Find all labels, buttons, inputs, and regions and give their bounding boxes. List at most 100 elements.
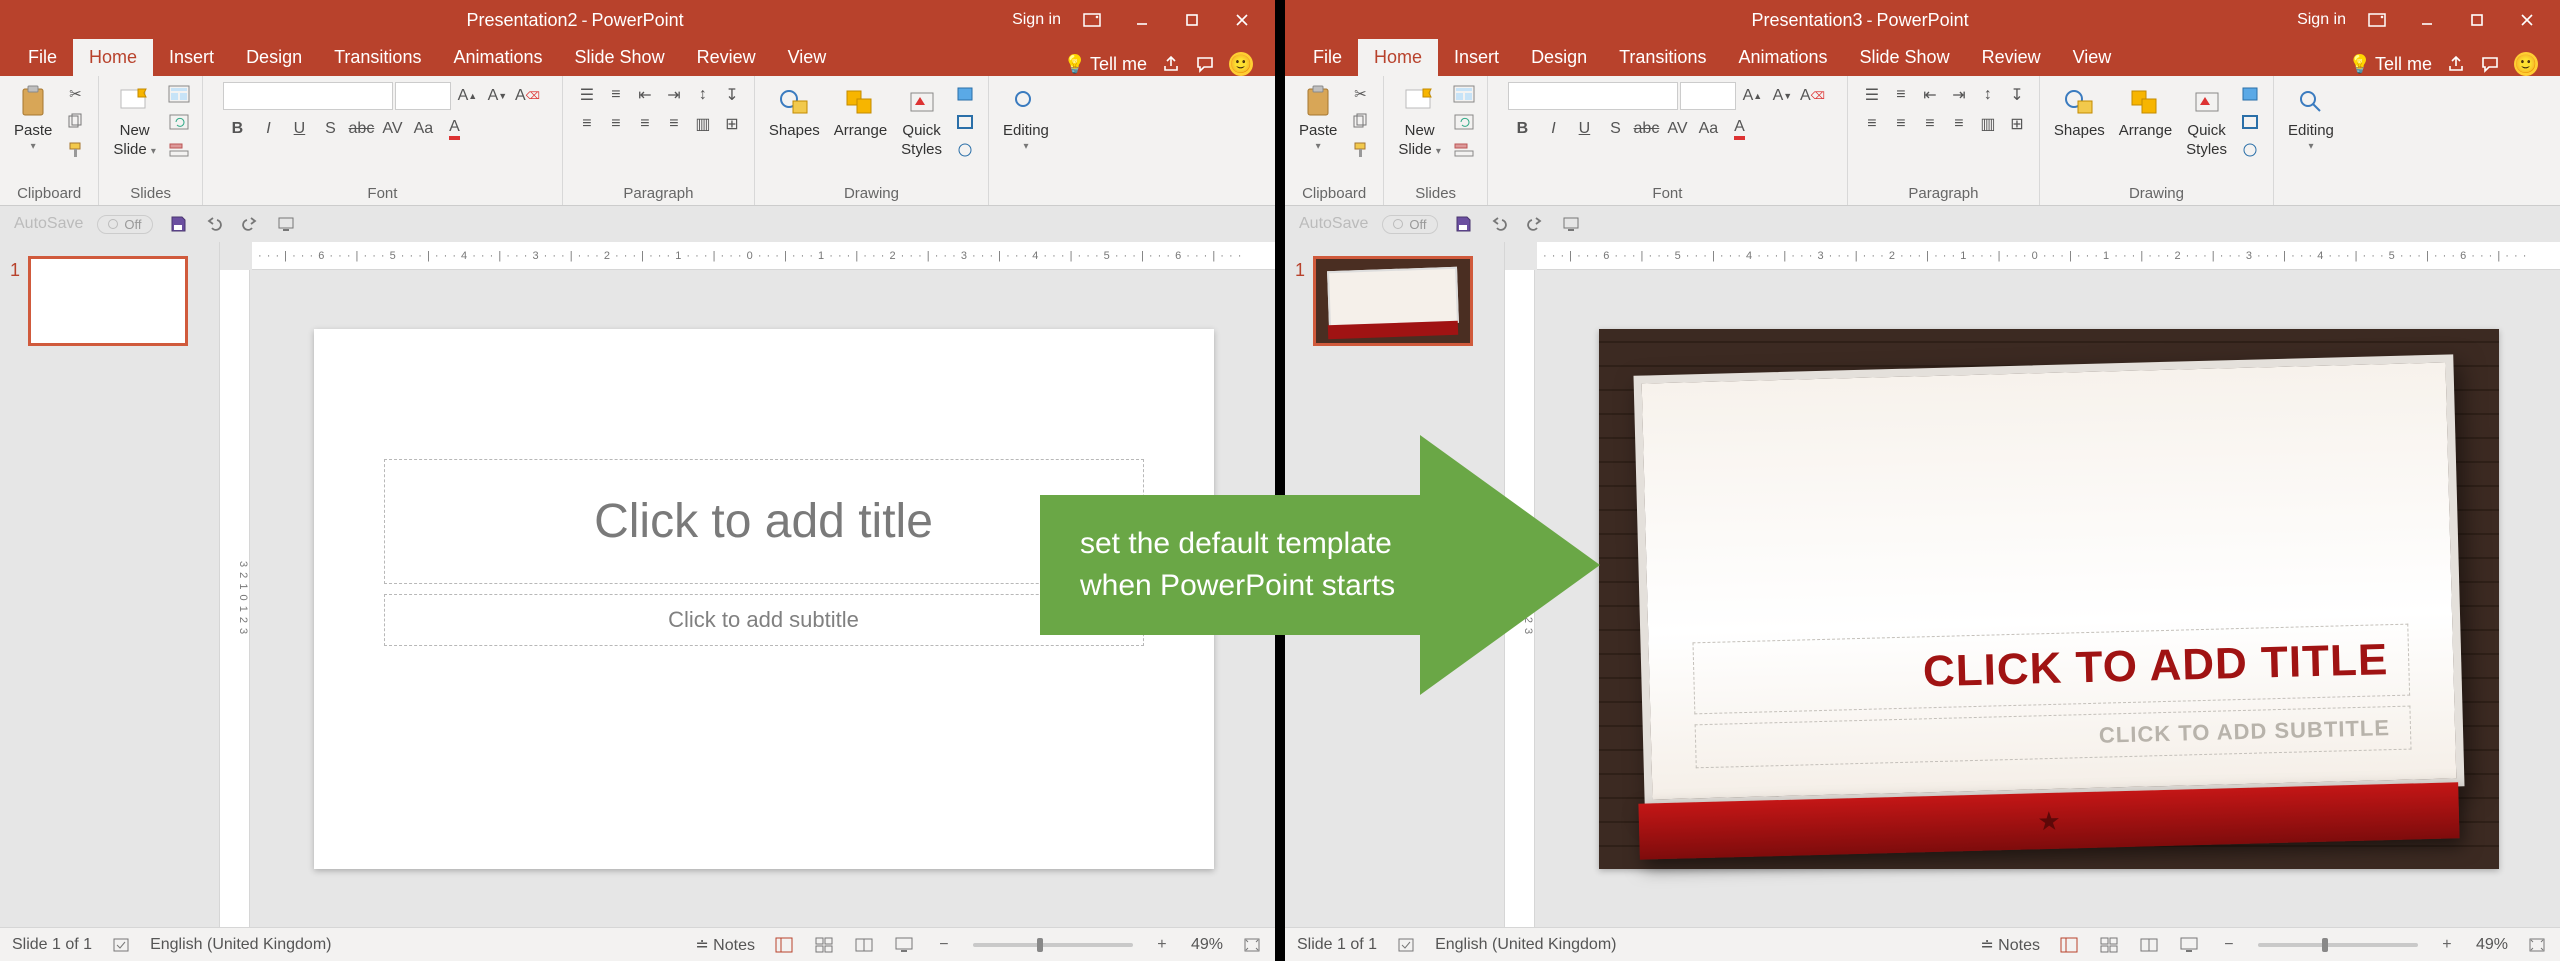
- font-color-icon[interactable]: A: [440, 116, 468, 142]
- tab-slide-show[interactable]: Slide Show: [559, 39, 681, 76]
- strikethrough-button[interactable]: abc: [1632, 116, 1660, 142]
- cut-icon[interactable]: ✂: [1347, 82, 1373, 106]
- justify-icon[interactable]: ≡: [660, 111, 688, 137]
- ribbon-display-options-icon[interactable]: [2352, 0, 2402, 40]
- normal-view-icon[interactable]: [2058, 935, 2080, 955]
- align-center-icon[interactable]: ≡: [1887, 111, 1915, 137]
- slide-show-view-icon[interactable]: [2178, 935, 2200, 955]
- zoom-slider[interactable]: [2258, 943, 2418, 947]
- slide-sorter-view-icon[interactable]: [813, 935, 835, 955]
- new-slide-button[interactable]: New Slide ▾: [1394, 82, 1445, 160]
- save-icon[interactable]: [167, 213, 189, 235]
- format-painter-icon[interactable]: [1347, 138, 1373, 162]
- tab-insert[interactable]: Insert: [1438, 39, 1515, 76]
- notes-button[interactable]: ≐ Notes: [695, 935, 755, 955]
- align-right-icon[interactable]: ≡: [1916, 111, 1944, 137]
- tab-home[interactable]: Home: [73, 39, 153, 76]
- tab-view[interactable]: View: [2057, 39, 2128, 76]
- tell-me[interactable]: 💡Tell me: [1064, 54, 1147, 75]
- subtitle-placeholder[interactable]: CLICK TO ADD SUBTITLE: [1694, 705, 2411, 768]
- italic-button[interactable]: I: [254, 116, 282, 142]
- shape-effects-icon[interactable]: [952, 138, 978, 162]
- line-spacing-icon[interactable]: ↕: [1974, 82, 2002, 108]
- shape-fill-icon[interactable]: [2237, 82, 2263, 106]
- tab-design[interactable]: Design: [230, 39, 318, 76]
- text-direction-icon[interactable]: ↧: [2003, 82, 2031, 108]
- ribbon-display-options-icon[interactable]: [1067, 0, 1117, 40]
- fit-to-window-icon[interactable]: [1241, 935, 1263, 955]
- tab-transitions[interactable]: Transitions: [318, 39, 437, 76]
- sign-in-link[interactable]: Sign in: [1012, 11, 1061, 29]
- arrange-button[interactable]: Arrange: [2115, 82, 2176, 141]
- thumbnail-slide-1[interactable]: [1313, 256, 1473, 346]
- reading-view-icon[interactable]: [2138, 935, 2160, 955]
- cut-icon[interactable]: ✂: [62, 82, 88, 106]
- shape-fill-icon[interactable]: [952, 82, 978, 106]
- line-spacing-icon[interactable]: ↕: [689, 82, 717, 108]
- zoom-slider[interactable]: [973, 943, 1133, 947]
- comments-icon[interactable]: [1195, 54, 1215, 74]
- tab-insert[interactable]: Insert: [153, 39, 230, 76]
- font-size-dropdown[interactable]: [395, 82, 451, 110]
- notes-button[interactable]: ≐ Notes: [1980, 935, 2040, 955]
- shadow-button[interactable]: S: [1601, 116, 1629, 142]
- arrange-button[interactable]: Arrange: [830, 82, 891, 141]
- tab-file[interactable]: File: [12, 39, 73, 76]
- share-icon[interactable]: [1161, 54, 1181, 74]
- clear-formatting-icon[interactable]: A⌫: [513, 83, 541, 109]
- char-spacing-icon[interactable]: AV: [1663, 116, 1691, 142]
- clear-formatting-icon[interactable]: A⌫: [1798, 83, 1826, 109]
- zoom-value[interactable]: 49%: [2476, 936, 2508, 954]
- language-indicator[interactable]: English (United Kingdom): [1435, 936, 1616, 954]
- decrease-font-icon[interactable]: A▼: [1768, 83, 1796, 109]
- tab-file[interactable]: File: [1297, 39, 1358, 76]
- new-slide-button[interactable]: New Slide ▾: [109, 82, 160, 160]
- tell-me[interactable]: 💡Tell me: [2349, 54, 2432, 75]
- autosave-toggle[interactable]: Off: [97, 215, 152, 234]
- feedback-smiley-icon[interactable]: 🙂: [2514, 52, 2538, 76]
- change-case-icon[interactable]: Aa: [409, 116, 437, 142]
- share-icon[interactable]: [2446, 54, 2466, 74]
- decrease-indent-icon[interactable]: ⇤: [631, 82, 659, 108]
- tab-animations[interactable]: Animations: [437, 39, 558, 76]
- tab-slide-show[interactable]: Slide Show: [1844, 39, 1966, 76]
- slide-show-view-icon[interactable]: [893, 935, 915, 955]
- increase-indent-icon[interactable]: ⇥: [1945, 82, 1973, 108]
- quick-styles-button[interactable]: Quick Styles: [2182, 82, 2231, 160]
- font-family-dropdown[interactable]: [223, 82, 393, 110]
- slide-sorter-view-icon[interactable]: [2098, 935, 2120, 955]
- char-spacing-icon[interactable]: AV: [378, 116, 406, 142]
- font-family-dropdown[interactable]: [1508, 82, 1678, 110]
- numbering-icon[interactable]: ≡: [602, 82, 630, 108]
- undo-icon[interactable]: [203, 213, 225, 235]
- start-from-beginning-icon[interactable]: [1560, 213, 1582, 235]
- copy-icon[interactable]: [1347, 110, 1373, 134]
- paste-button[interactable]: Paste▾: [10, 82, 56, 154]
- zoom-in-icon[interactable]: +: [1151, 935, 1173, 955]
- spell-check-icon[interactable]: [110, 935, 132, 955]
- redo-icon[interactable]: [239, 213, 261, 235]
- section-icon[interactable]: [166, 138, 192, 162]
- columns-icon[interactable]: ▥: [1974, 111, 2002, 137]
- bullets-icon[interactable]: ☰: [1858, 82, 1886, 108]
- underline-button[interactable]: U: [1570, 116, 1598, 142]
- slide-canvas[interactable]: Click to add title Click to add subtitle: [314, 329, 1214, 869]
- title-placeholder[interactable]: CLICK TO ADD TITLE: [1692, 623, 2410, 714]
- tab-animations[interactable]: Animations: [1722, 39, 1843, 76]
- shape-outline-icon[interactable]: [2237, 110, 2263, 134]
- normal-view-icon[interactable]: [773, 935, 795, 955]
- smartart-icon[interactable]: ⊞: [2003, 111, 2031, 137]
- tab-design[interactable]: Design: [1515, 39, 1603, 76]
- slide-canvas[interactable]: CLICK TO ADD TITLE CLICK TO ADD SUBTITLE…: [1599, 329, 2499, 869]
- decrease-indent-icon[interactable]: ⇤: [1916, 82, 1944, 108]
- change-case-icon[interactable]: Aa: [1694, 116, 1722, 142]
- layout-icon[interactable]: [166, 82, 192, 106]
- shape-effects-icon[interactable]: [2237, 138, 2263, 162]
- comments-icon[interactable]: [2480, 54, 2500, 74]
- text-direction-icon[interactable]: ↧: [718, 82, 746, 108]
- minimize-icon[interactable]: [2402, 0, 2452, 40]
- tab-transitions[interactable]: Transitions: [1603, 39, 1722, 76]
- font-color-icon[interactable]: A: [1725, 116, 1753, 142]
- numbering-icon[interactable]: ≡: [1887, 82, 1915, 108]
- zoom-value[interactable]: 49%: [1191, 936, 1223, 954]
